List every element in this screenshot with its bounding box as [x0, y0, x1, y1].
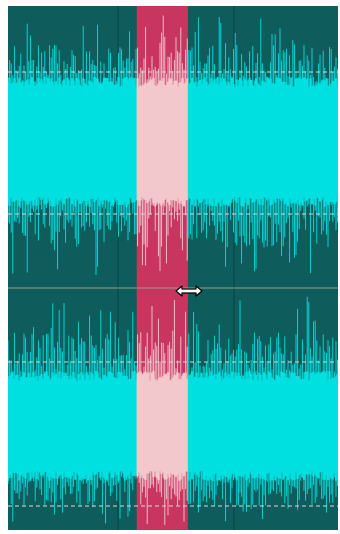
waveform-editor-window	[0, 0, 340, 534]
waveform-canvas[interactable]	[8, 6, 338, 530]
resize-horizontal-icon	[175, 285, 203, 297]
waveform-view[interactable]	[8, 6, 338, 530]
